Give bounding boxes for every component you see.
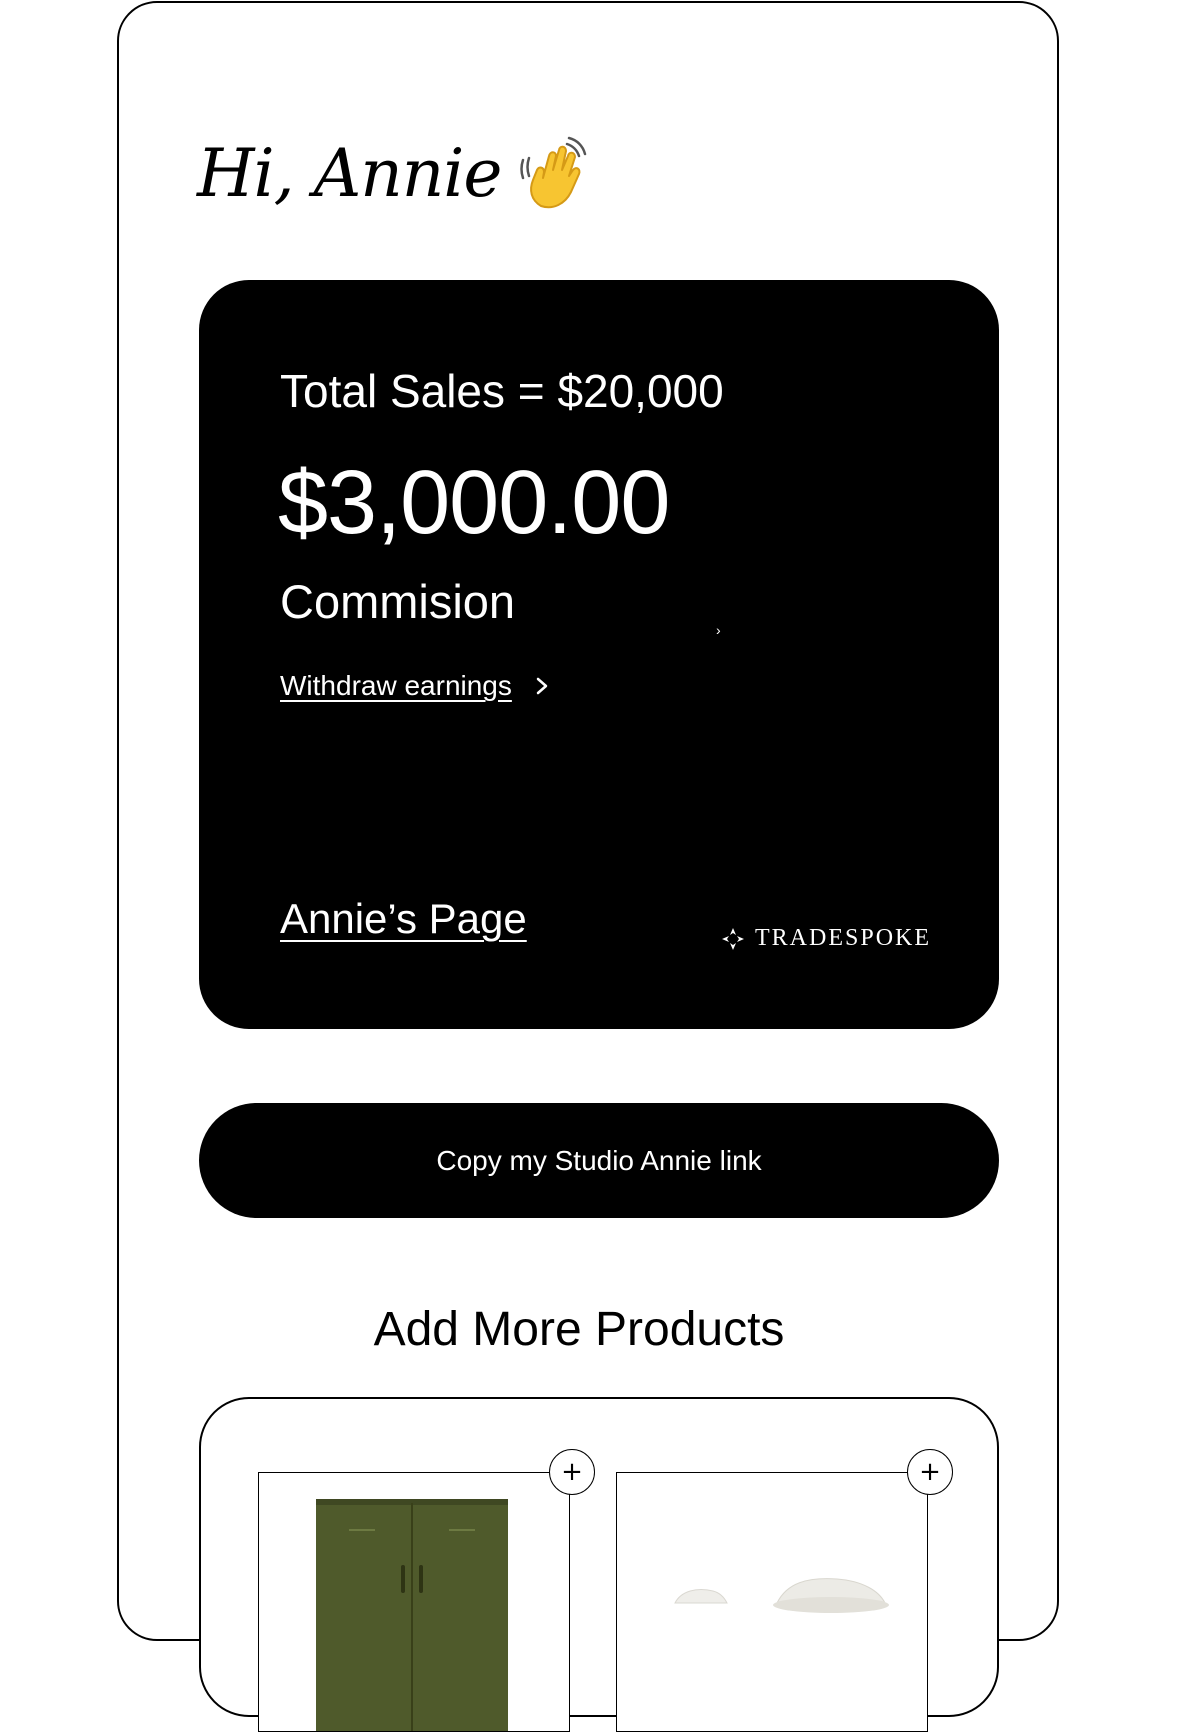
greeting: Hi, Annie — [197, 136, 593, 212]
products-panel: + + — [199, 1397, 999, 1732]
withdraw-earnings-label: Withdraw earnings — [280, 670, 512, 701]
section-title: Add More Products — [373, 1303, 785, 1356]
add-product-button[interactable]: + — [549, 1449, 595, 1495]
product-card[interactable] — [258, 1472, 570, 1732]
commission-label: Commision — [280, 575, 516, 628]
earnings-card: Total Sales = $20,000 $3,000.00 Commisio… — [199, 280, 999, 1029]
olive-green-cabinet-image — [316, 1499, 508, 1731]
small-chevron-icon: › — [716, 622, 721, 638]
add-product-button[interactable]: + — [907, 1449, 953, 1495]
white-ceramic-object-image — [674, 1578, 889, 1613]
chevron-right-icon — [534, 676, 550, 696]
total-sales: Total Sales = $20,000 — [280, 365, 724, 417]
product-card[interactable] — [616, 1472, 928, 1732]
commission-amount: $3,000.00 — [278, 453, 670, 553]
tradespoke-logo-icon — [721, 927, 745, 951]
waving-hand-icon — [517, 136, 593, 212]
copy-studio-link-button[interactable]: Copy my Studio Annie link — [199, 1103, 999, 1218]
annies-page-link[interactable]: Annie’s Page — [280, 898, 527, 940]
withdraw-earnings-link[interactable]: Withdraw earnings — [280, 670, 550, 702]
brand-name: TRADESPOKE — [755, 925, 932, 951]
greeting-text: Hi, Annie — [197, 135, 502, 212]
tradespoke-logo: TRADESPOKE — [721, 925, 931, 952]
